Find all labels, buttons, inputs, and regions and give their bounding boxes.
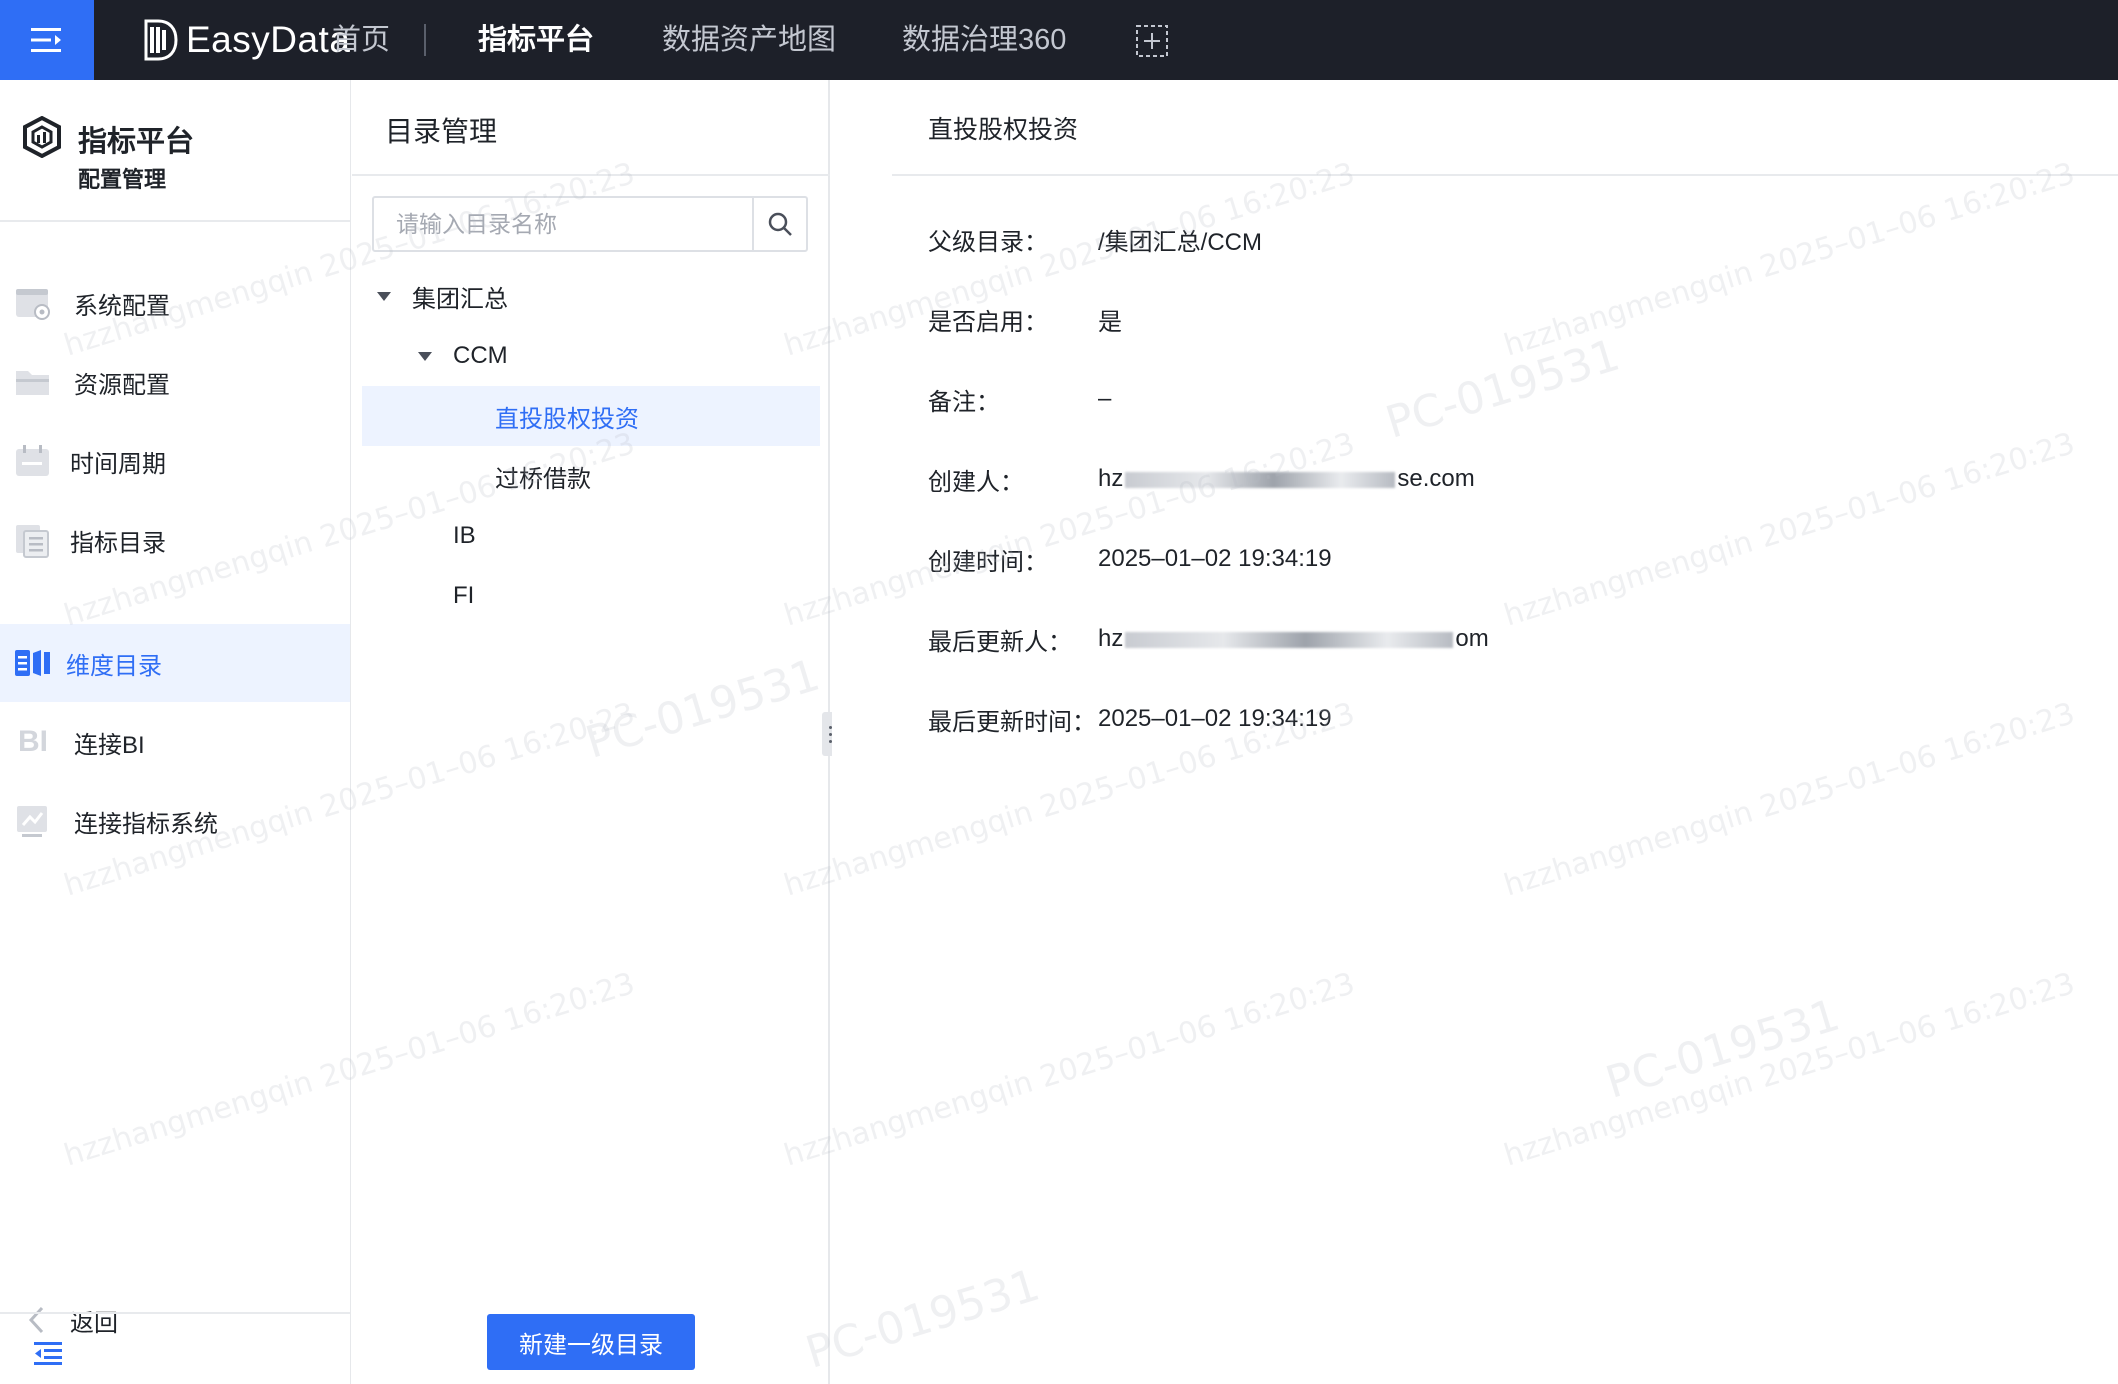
divider xyxy=(892,174,2118,176)
field-label: 父级目录： xyxy=(928,228,1048,256)
dimension-catalog-icon xyxy=(15,650,50,676)
field-label: 是否启用： xyxy=(928,308,1048,336)
system-config-icon xyxy=(16,289,50,320)
tree-node-label: CCM xyxy=(453,342,508,369)
field-value: 2025–01–02 19:34:19 xyxy=(1098,705,1332,732)
sidebar-item-dimension-catalog[interactable]: 维度目录 xyxy=(0,624,350,702)
field-label: 创建人： xyxy=(928,468,1024,496)
directory-title: 目录管理 xyxy=(385,116,498,147)
field-value: – xyxy=(1098,385,1112,412)
field-label: 创建时间： xyxy=(928,548,1048,576)
bi-icon: BI xyxy=(18,725,48,758)
sidebar-item-label: 连接BI xyxy=(74,731,145,759)
field-value: 2025–01–02 19:34:19 xyxy=(1098,545,1332,572)
detail-title: 直投股权投资 xyxy=(928,116,1079,144)
easydata-logo[interactable]: EasyData xyxy=(142,16,350,64)
updater-suffix: om xyxy=(1455,625,1489,652)
sidebar-item-metric-catalog[interactable]: 指标目录 xyxy=(0,501,350,579)
directory-search-input[interactable] xyxy=(374,198,750,250)
field-label: 最后更新时间： xyxy=(928,708,1096,736)
sidebar-item-label: 维度目录 xyxy=(66,652,162,680)
sidebar-item-label: 指标目录 xyxy=(70,529,166,557)
metric-platform-icon xyxy=(23,116,61,158)
field-value: 是 xyxy=(1098,308,1122,336)
creator-suffix: se.com xyxy=(1397,465,1475,492)
sidebar-item-label: 资源配置 xyxy=(74,371,170,399)
collapse-sidebar-icon[interactable] xyxy=(32,1340,64,1366)
menu-toggle-button[interactable] xyxy=(0,0,94,80)
tree-node-label: 直投股权投资 xyxy=(495,405,639,433)
directory-search xyxy=(372,196,808,252)
sidebar-subtitle: 配置管理 xyxy=(78,167,167,192)
caret-down-icon[interactable] xyxy=(418,351,432,361)
sidebar-header: 指标平台 配置管理 xyxy=(0,80,350,222)
tree-node-ib[interactable]: IB xyxy=(362,506,820,566)
field-value: hz om xyxy=(1098,625,1489,653)
directory-detail-panel: 直投股权投资 父级目录： /集团汇总/CCM 是否启用： 是 备注： – 创建人… xyxy=(832,80,2118,1384)
nav-home[interactable]: 首页 xyxy=(332,20,390,60)
field-value: hz se.com xyxy=(1098,465,1475,493)
directory-panel: 目录管理 集团汇总 CCM 直投股权投资 过桥借款 IB FI 新建一级目录 xyxy=(352,80,830,1384)
tree-node-label: IB xyxy=(453,522,476,549)
tree-node-label: 过桥借款 xyxy=(495,465,591,493)
field-label: 最后更新人： xyxy=(928,628,1072,656)
top-navigation-bar: EasyData 首页 指标平台 数据资产地图 数据治理360 xyxy=(0,0,2118,80)
field-value: /集团汇总/CCM xyxy=(1098,228,1262,256)
tree-node-fi[interactable]: FI xyxy=(362,566,820,626)
updater-prefix: hz xyxy=(1098,625,1124,652)
sidebar-item-label: 连接指标系统 xyxy=(74,810,218,838)
field-label: 备注： xyxy=(928,388,1000,416)
sidebar-item-time-period[interactable]: 时间周期 xyxy=(0,422,350,500)
sidebar-item-system-config[interactable]: 系统配置 xyxy=(0,264,350,342)
sidebar-item-resource-config[interactable]: 资源配置 xyxy=(0,343,350,421)
redacted-text xyxy=(1125,631,1454,648)
sidebar-item-connect-bi[interactable]: BI 连接BI xyxy=(0,703,350,781)
menu-icon xyxy=(31,28,61,52)
divider xyxy=(352,174,830,176)
tree-node-label: 集团汇总 xyxy=(412,285,508,313)
connect-metric-system-icon xyxy=(17,806,47,837)
nav-data-asset-map[interactable]: 数据资产地图 xyxy=(662,20,836,60)
nav-separator xyxy=(424,24,426,56)
sidebar-title: 指标平台 xyxy=(78,126,195,158)
sidebar-footer xyxy=(0,1312,350,1384)
metric-catalog-icon xyxy=(16,525,49,558)
left-sidebar: 指标平台 配置管理 系统配置 资源配置 时间周期 指标目录 维度目录 BI 连接… xyxy=(0,80,351,1384)
easydata-logo-icon xyxy=(144,19,178,61)
tree-node-group-summary[interactable]: 集团汇总 xyxy=(362,266,820,326)
search-icon xyxy=(768,212,792,236)
tree-node-ccm[interactable]: CCM xyxy=(362,326,820,386)
folder-icon xyxy=(16,371,49,395)
search-button[interactable] xyxy=(752,198,806,250)
tree-node-label: FI xyxy=(453,582,475,609)
nav-data-governance[interactable]: 数据治理360 xyxy=(902,20,1066,60)
sidebar-item-connect-metric-system[interactable]: 连接指标系统 xyxy=(0,782,350,860)
sidebar-item-label: 系统配置 xyxy=(74,292,170,320)
tree-node-direct-equity[interactable]: 直投股权投资 xyxy=(362,386,820,446)
caret-down-icon[interactable] xyxy=(377,291,391,301)
logo-text: EasyData xyxy=(186,19,351,60)
creator-prefix: hz xyxy=(1098,465,1124,492)
redacted-text xyxy=(1125,471,1396,488)
nav-metric-platform[interactable]: 指标平台 xyxy=(478,20,594,60)
tree-node-bridge-loan[interactable]: 过桥借款 xyxy=(362,446,820,506)
sidebar-item-label: 时间周期 xyxy=(70,450,166,478)
add-tab-icon[interactable] xyxy=(1135,24,1169,58)
calendar-icon xyxy=(16,445,49,476)
new-root-directory-button[interactable]: 新建一级目录 xyxy=(487,1314,695,1370)
